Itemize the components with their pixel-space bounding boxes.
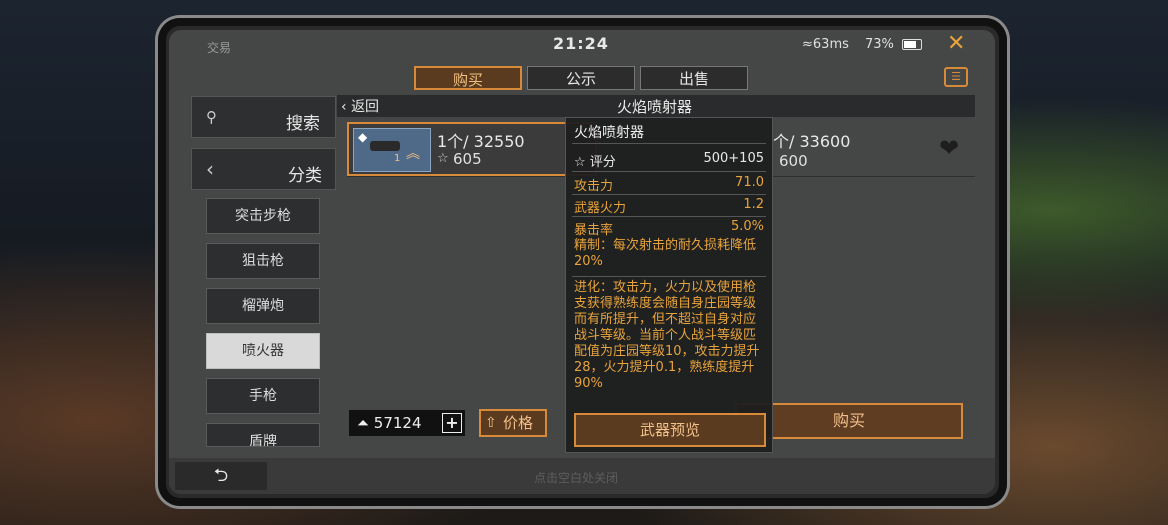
stat-row: 攻击力 71.0 xyxy=(574,175,764,194)
category-flamethrower[interactable]: 喷火器 xyxy=(206,333,320,369)
item-title: 火焰喷射器 xyxy=(617,98,693,116)
tab-buy[interactable]: 购买 xyxy=(414,66,522,90)
sort-label: 价格 xyxy=(503,414,534,432)
search-button[interactable]: ⚲ 搜索 xyxy=(191,96,336,138)
weapon-tooltip: 火焰喷射器 ☆ 评分 500+105 攻击力 71.0 武器火力 1.2 暴击率… xyxy=(565,117,773,453)
stat-row: 暴击率 5.0% xyxy=(574,219,764,238)
trade-screen: 交易 21:24 ≈63ms 73% ✕ 购买 公示 出售 ☰ ⚲ 搜索 ‹ 分… xyxy=(169,30,995,494)
return-icon: ⮌ xyxy=(213,465,229,486)
weapon-preview-button[interactable]: 武器预览 xyxy=(574,413,766,447)
stat-row: 武器火力 1.2 xyxy=(574,197,764,216)
close-icon[interactable]: ✕ xyxy=(947,31,965,56)
listing-price: 1个/ 32550 xyxy=(437,132,525,151)
tooltip-divider xyxy=(572,171,766,172)
rating-icon: ☆ xyxy=(437,151,449,166)
category-button[interactable]: ‹ 分类 xyxy=(191,148,336,190)
listing-rating: 600 xyxy=(779,152,808,170)
diamond-icon: ◆ xyxy=(358,130,368,144)
app-name: 交易 xyxy=(207,41,232,55)
arrow-up-icon: ⇧ xyxy=(485,415,497,431)
heart-icon[interactable]: ❤ xyxy=(939,134,959,162)
battery-icon xyxy=(902,39,922,50)
bottom-bar: ⮌ 点击空白处关闭 xyxy=(169,458,995,494)
tooltip-title: 火焰喷射器 xyxy=(574,125,644,141)
category-pistol[interactable]: 手枪 xyxy=(206,378,320,414)
refine-text: 精制：每次射击的耐久损耗降低20% xyxy=(574,238,757,269)
rank-chevron-icon: ︽ xyxy=(406,146,420,162)
listing-card[interactable]: ◆ 1 ︽ 1个/ 32550 ☆ 605 xyxy=(347,122,597,176)
item-header: ‹ 返回 火焰喷射器 xyxy=(337,95,975,117)
score-icon: ☆ xyxy=(574,155,590,170)
weapon-thumbnail: ◆ 1 ︽ xyxy=(353,128,431,172)
tooltip-divider xyxy=(572,216,766,217)
tab-notice[interactable]: 公示 xyxy=(527,66,635,90)
category-assault-rifle[interactable]: 突击步枪 xyxy=(206,198,320,234)
evolve-text: 进化：攻击力，火力以及使用枪支获得熟练度会随自身庄园等级而有所提升，但不超过自身… xyxy=(574,280,760,391)
balance-value: 57124 xyxy=(373,414,422,432)
stat-value: 1.2 xyxy=(743,197,764,212)
stat-label: 武器火力 xyxy=(574,201,627,216)
battery-percent: 73% xyxy=(865,37,894,52)
coin-icon: ⏶ xyxy=(357,414,374,432)
listing-rating: 605 xyxy=(453,150,482,168)
tooltip-divider xyxy=(572,276,766,277)
score-value: 500+105 xyxy=(703,151,764,166)
stat-value: 71.0 xyxy=(735,175,764,190)
flamethrower-icon xyxy=(370,141,400,151)
score-label: 评分 xyxy=(589,155,616,170)
search-label: 搜索 xyxy=(286,114,320,134)
back-label: 返回 xyxy=(351,99,380,115)
close-hint: 点击空白处关闭 xyxy=(534,471,619,485)
category-shield[interactable]: 盾牌 xyxy=(206,423,320,447)
back-link[interactable]: ‹ 返回 xyxy=(341,96,379,116)
stat-label: 暴击率 xyxy=(574,223,614,238)
ping-value: 63ms xyxy=(812,37,849,52)
sort-price-button[interactable]: ⇧ 价格 xyxy=(479,409,547,437)
tooltip-divider xyxy=(572,143,766,144)
search-icon: ⚲ xyxy=(206,108,217,126)
tab-sell[interactable]: 出售 xyxy=(640,66,748,90)
chevron-left-icon: ‹ xyxy=(206,157,214,181)
wifi-icon: ≈63ms xyxy=(802,37,849,52)
category-grenade-launcher[interactable]: 榴弹炮 xyxy=(206,288,320,324)
add-currency-button[interactable]: + xyxy=(442,413,462,433)
thumb-level: 1 xyxy=(394,153,401,164)
tooltip-divider xyxy=(572,194,766,195)
category-sniper[interactable]: 狙击枪 xyxy=(206,243,320,279)
listing-price: 个/ 33600 xyxy=(773,132,851,151)
stat-label: 攻击力 xyxy=(574,179,614,194)
clock: 21:24 xyxy=(553,34,609,53)
return-button[interactable]: ⮌ xyxy=(175,462,267,490)
stat-value: 5.0% xyxy=(730,219,764,234)
category-label: 分类 xyxy=(288,166,322,186)
currency-balance: ⏶ 57124 + xyxy=(349,410,465,436)
notes-icon[interactable]: ☰ xyxy=(944,67,968,87)
score-row: ☆ 评分 500+105 xyxy=(574,151,764,170)
